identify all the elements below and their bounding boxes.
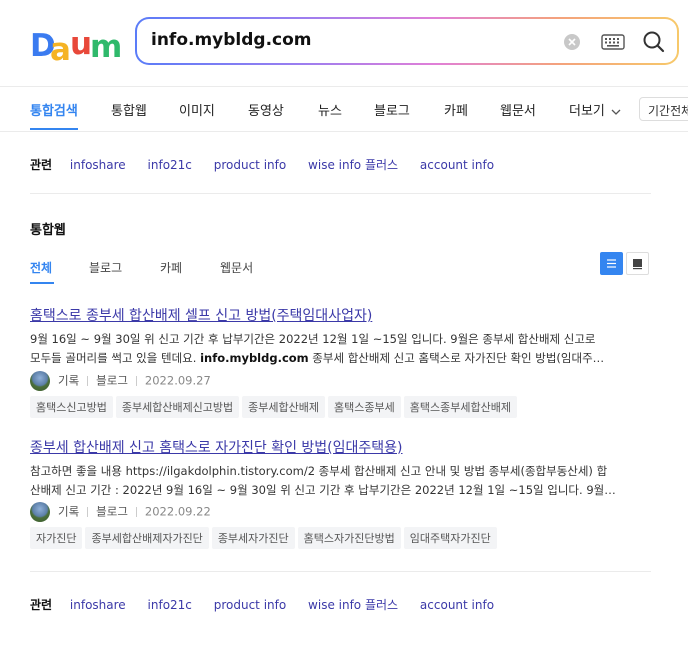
tab-web[interactable]: 통합웹 (111, 100, 147, 119)
tag[interactable]: 홈택스종부세 (328, 396, 401, 418)
result-tags: 홈택스신고방법 종부세합산배제신고방법 종부세합산배제 홈택스종부세 홈택스종부세합산배… (30, 396, 520, 418)
active-tab-indicator (30, 128, 78, 130)
related-keyword[interactable]: product info (214, 158, 286, 172)
result-meta: 기록 블로그 2022.09.27 (30, 371, 211, 391)
tag[interactable]: 홈택스종부세합산배제 (403, 396, 517, 418)
tag[interactable]: 홈택스신고방법 (30, 396, 113, 418)
search-input[interactable]: info.mybldg.com (151, 30, 312, 50)
related-keyword[interactable]: info21c (148, 158, 192, 172)
related-keyword[interactable]: info21c (148, 598, 192, 612)
snippet-line: 9월 16일 ~ 9월 30일 위 신고 기간 후 납부기간은 2022년 12… (30, 332, 596, 346)
snippet-line: 모두들 골머리를 썩고 있을 텐데요. info.mybldg.com 종부세 … (30, 349, 651, 368)
card-view-icon[interactable] (626, 252, 649, 275)
header: D a u m info.mybldg.com (0, 0, 688, 87)
result-author[interactable]: 기록 (58, 505, 79, 519)
result-title[interactable]: 종부세 합산배제 신고 홈택스로 자가진단 확인 방법(임대주택용) (30, 437, 403, 457)
result-date: 2022.09.22 (144, 504, 211, 519)
tab-more-label: 더보기 (569, 104, 605, 119)
clear-icon[interactable] (564, 34, 580, 50)
related-keyword[interactable]: wise info 플러스 (308, 598, 398, 612)
subtab-blog[interactable]: 블로그 (89, 259, 122, 276)
search-box[interactable]: info.mybldg.com (135, 17, 679, 65)
related-keywords-top: 관련 infoshare info21c product info wise i… (30, 156, 512, 173)
related-keywords-bottom: 관련 infoshare info21c product info wise i… (30, 596, 512, 613)
result-tags: 자가진단 종부세합산배제자가진단 종부세자가진단 홈택스자가진단방법 임대주택자가진단 (30, 527, 500, 549)
tag[interactable]: 종부세합산배제 (242, 396, 326, 418)
result-snippet: 참고하면 좋을 내용 https://ilgakdolphin.tistory.… (30, 462, 651, 500)
result-source: 블로그 (96, 504, 128, 519)
tab-cafe[interactable]: 카페 (444, 100, 468, 119)
keyboard-icon[interactable] (601, 34, 625, 54)
related-label: 관련 (30, 598, 53, 612)
meta-separator (87, 376, 89, 386)
related-label: 관련 (30, 158, 53, 172)
search-tabs: 통합검색 통합웹 이미지 동영상 뉴스 블로그 카페 웹문서 더보기 기간전체 (0, 87, 688, 132)
result-author[interactable]: 기록 (58, 374, 79, 388)
meta-separator (87, 507, 89, 517)
snippet-line: 참고하면 좋을 내용 https://ilgakdolphin.tistory.… (30, 464, 608, 478)
tag[interactable]: 종부세자가진단 (211, 527, 295, 549)
subtab-cafe[interactable]: 카페 (160, 259, 182, 276)
related-keyword[interactable]: wise info 플러스 (308, 158, 398, 172)
result-date: 2022.09.27 (144, 373, 211, 388)
tab-video[interactable]: 동영상 (248, 100, 284, 119)
tab-news[interactable]: 뉴스 (318, 100, 342, 119)
avatar[interactable] (30, 502, 50, 522)
divider (30, 571, 651, 572)
snippet-text: 종부세 합산배제 신고 홈택스로 자가진단 확인 방법(임대주… (308, 351, 605, 365)
related-keyword[interactable]: infoshare (70, 158, 126, 172)
tab-images[interactable]: 이미지 (179, 100, 215, 119)
period-filter-button[interactable]: 기간전체 (639, 97, 688, 121)
tag[interactable]: 홈택스자가진단방법 (297, 527, 401, 549)
tab-webdocs[interactable]: 웹문서 (500, 100, 536, 119)
avatar[interactable] (30, 371, 50, 391)
tab-blog[interactable]: 블로그 (374, 100, 410, 119)
related-keyword[interactable]: account info (420, 598, 494, 612)
snippet-highlight: info.mybldg.com (200, 351, 309, 365)
active-subtab-indicator (30, 282, 54, 284)
section-title: 통합웹 (30, 223, 66, 238)
related-keyword[interactable]: account info (420, 158, 494, 172)
result-source: 블로그 (96, 373, 128, 388)
related-keyword[interactable]: infoshare (70, 598, 126, 612)
list-view-icon[interactable] (600, 252, 623, 275)
tag[interactable]: 종부세합산배제신고방법 (115, 396, 240, 418)
divider (30, 193, 651, 194)
tag[interactable]: 종부세합산배제자가진단 (85, 527, 209, 549)
tab-all[interactable]: 통합검색 (30, 100, 78, 119)
snippet-line: 산배제 신고 기간 : 2022년 9월 16일 ~ 9월 30일 위 신고 기… (30, 483, 616, 497)
chevron-down-icon (611, 109, 621, 115)
related-keyword[interactable]: product info (214, 598, 286, 612)
result-title[interactable]: 홈택스로 종부세 합산배제 셀프 신고 방법(주택임대사업자) (30, 305, 372, 325)
result-snippet: 9월 16일 ~ 9월 30일 위 신고 기간 후 납부기간은 2022년 12… (30, 330, 651, 368)
tab-more[interactable]: 더보기 (569, 100, 621, 119)
result-meta: 기록 블로그 2022.09.22 (30, 502, 211, 522)
subtab-webdocs[interactable]: 웹문서 (220, 259, 253, 276)
subtab-all[interactable]: 전체 (30, 259, 52, 276)
tag[interactable]: 자가진단 (30, 527, 83, 549)
daum-logo[interactable]: D a u m (30, 26, 122, 68)
snippet-text: 모두들 골머리를 썩고 있을 텐데요. (30, 351, 201, 365)
search-icon[interactable] (642, 30, 666, 58)
tag[interactable]: 임대주택자가진단 (403, 527, 497, 549)
meta-separator (135, 507, 137, 517)
meta-separator (135, 376, 137, 386)
